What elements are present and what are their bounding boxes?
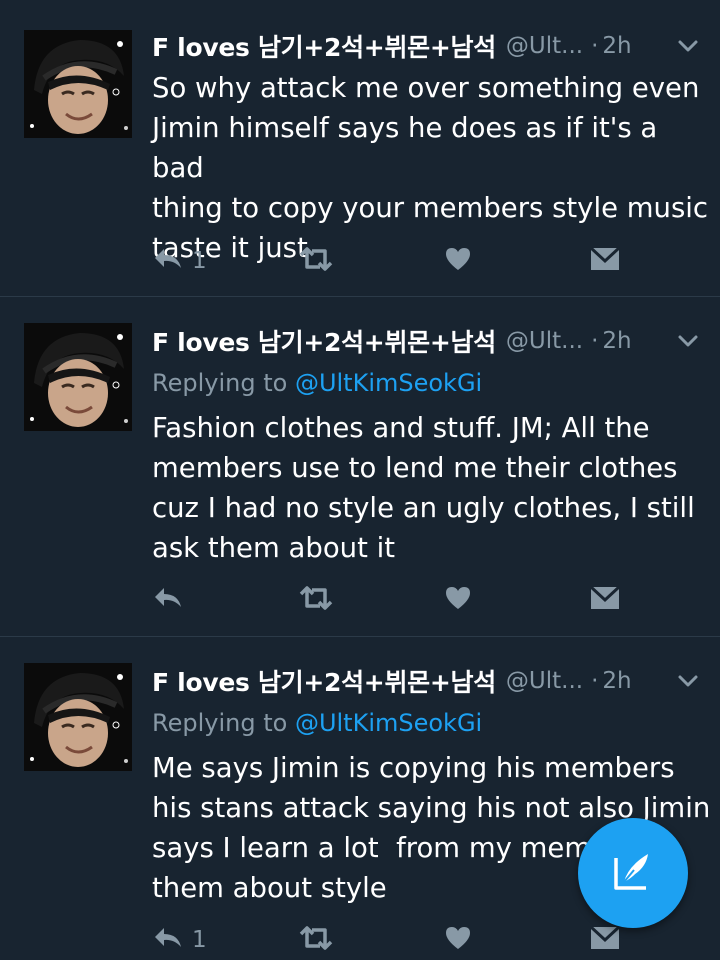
tweet-text-line: Fashion clothes and stuff. JM; All the [152, 412, 650, 444]
tweet-text: Fashion clothes and stuff. JM; All the m… [152, 408, 712, 568]
avatar[interactable] [24, 663, 132, 771]
retweet-button[interactable] [298, 241, 334, 281]
timestamp[interactable]: 2h [602, 328, 631, 354]
tweet-text-line: members use to lend me their clothes [152, 452, 678, 484]
tweet-actions: 1 [152, 241, 632, 281]
compose-feather-icon [610, 848, 656, 898]
retweet-icon [298, 585, 334, 615]
heart-icon [444, 246, 472, 276]
display-name[interactable]: F loves 남기+2석+뷔몬+남석 [152, 28, 496, 64]
tweet-actions: 1 [152, 920, 632, 960]
user-handle[interactable]: @Ult... [506, 33, 583, 59]
chevron-down-icon[interactable] [676, 34, 700, 62]
replying-to: Replying to @UltKimSeokGi [152, 709, 482, 737]
tweet-text-line: Me says Jimin is copying his members [152, 752, 675, 784]
display-name[interactable]: F loves 남기+2석+뷔몬+남석 [152, 663, 496, 699]
tweet-text-line: cuz I had no style an ugly clothes, I st… [152, 492, 695, 524]
tweet[interactable]: F loves 남기+2석+뷔몬+남석 @Ult... · 2h Replyin… [0, 297, 720, 637]
avatar[interactable] [24, 30, 132, 138]
mention-link[interactable]: @UltKimSeokGi [295, 709, 482, 737]
direct-message-button[interactable] [589, 920, 621, 960]
tweet-header: F loves 남기+2석+뷔몬+남석 @Ult... · 2h [152, 321, 700, 361]
heart-icon [444, 585, 472, 615]
envelope-icon [589, 925, 621, 955]
retweet-icon [298, 246, 334, 276]
reply-button[interactable]: 1 [152, 920, 207, 960]
separator-dot: · [591, 328, 599, 354]
retweet-button[interactable] [298, 580, 334, 620]
direct-message-button[interactable] [589, 241, 621, 281]
tweet-text-line: So why attack me over something even [152, 72, 700, 104]
tweet-text: So why attack me over something even Jim… [152, 68, 712, 268]
timestamp[interactable]: 2h [602, 33, 631, 59]
heart-icon [444, 925, 472, 955]
like-button[interactable] [444, 241, 472, 281]
chevron-down-icon[interactable] [676, 329, 700, 357]
reply-count: 1 [192, 927, 207, 953]
reply-arrow-icon [152, 924, 184, 956]
retweet-button[interactable] [298, 920, 334, 960]
separator-dot: · [591, 33, 599, 59]
reply-arrow-icon [152, 584, 184, 616]
reply-count: 1 [192, 248, 207, 274]
user-handle[interactable]: @Ult... [506, 668, 583, 694]
tweet-text-line: thing to copy your members style music [152, 192, 709, 224]
reply-arrow-icon [152, 245, 184, 277]
compose-tweet-button[interactable] [578, 818, 688, 928]
separator-dot: · [591, 668, 599, 694]
envelope-icon [589, 585, 621, 615]
retweet-icon [298, 925, 334, 955]
envelope-icon [589, 246, 621, 276]
reply-button[interactable] [152, 580, 192, 620]
avatar[interactable] [24, 323, 132, 431]
mention-link[interactable]: @UltKimSeokGi [295, 369, 482, 397]
tweet-text-line: ask them about it [152, 532, 396, 564]
like-button[interactable] [444, 920, 472, 960]
tweet-text-line: Jimin himself says he does as if it's a … [152, 112, 658, 184]
user-handle[interactable]: @Ult... [506, 328, 583, 354]
tweet[interactable]: F loves 남기+2석+뷔몬+남석 @Ult... · 2h So why … [0, 0, 720, 297]
reply-button[interactable]: 1 [152, 241, 207, 281]
timestamp[interactable]: 2h [602, 668, 631, 694]
replying-to-label: Replying to [152, 369, 295, 397]
chevron-down-icon[interactable] [676, 669, 700, 697]
direct-message-button[interactable] [589, 580, 621, 620]
replying-to-label: Replying to [152, 709, 295, 737]
like-button[interactable] [444, 580, 472, 620]
tweet-header: F loves 남기+2석+뷔몬+남석 @Ult... · 2h [152, 661, 700, 701]
tweet-header: F loves 남기+2석+뷔몬+남석 @Ult... · 2h [152, 26, 700, 66]
tweet-actions [152, 580, 632, 620]
display-name[interactable]: F loves 남기+2석+뷔몬+남석 [152, 323, 496, 359]
replying-to: Replying to @UltKimSeokGi [152, 369, 482, 397]
